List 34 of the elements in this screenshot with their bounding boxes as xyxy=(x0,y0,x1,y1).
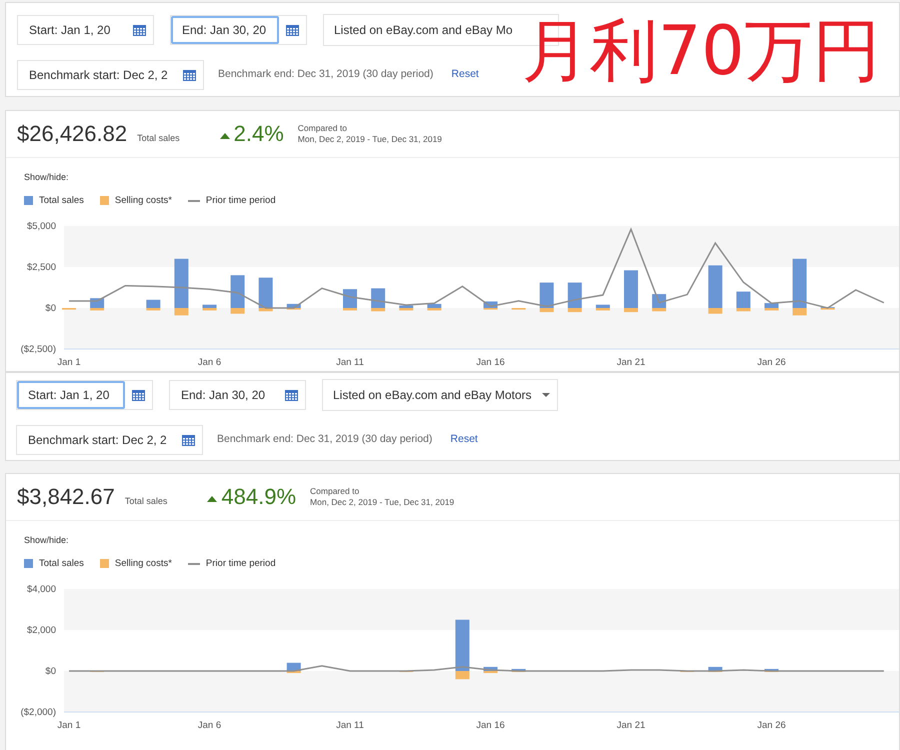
show-hide-label: Show/hide: xyxy=(24,534,70,547)
total-sales-value: $26,426.82 xyxy=(17,123,128,145)
benchmark-end-text: Benchmark end: Dec 31, 2019 (30 day period) xyxy=(217,432,432,448)
axis-label: Jan 6 xyxy=(198,356,222,368)
compared-label: Compared to xyxy=(298,123,348,134)
axis-label: Jan 21 xyxy=(616,720,646,731)
axis-label: ($2,000) xyxy=(20,706,56,718)
total-sales-value: $3,842.67 xyxy=(17,486,115,508)
compared-label: Compared to xyxy=(310,486,360,497)
change-percent: 484.9% xyxy=(221,486,296,508)
axis-label: Jan 6 xyxy=(198,720,222,731)
axis-label: $0 xyxy=(45,666,56,677)
compared-range: Mon, Dec 2, 2019 - Tue, Dec 31, 2019 xyxy=(298,134,442,145)
axis-label: $2,000 xyxy=(26,624,56,636)
total-sales-label: Total sales xyxy=(124,494,168,508)
axis-label: Jan 26 xyxy=(757,356,786,368)
show-hide-label: Show/hide: xyxy=(24,171,70,184)
axis-label: Jan 11 xyxy=(336,356,364,368)
axis-label: $4,000 xyxy=(26,584,56,595)
axis-label: $5,000 xyxy=(26,220,56,232)
axis-label: Jan 16 xyxy=(476,356,505,368)
benchmark-end-text: Benchmark end: Dec 31, 2019 (30 day period) xyxy=(218,67,434,82)
axis-label: Jan 1 xyxy=(57,356,81,368)
axis-label: $0 xyxy=(45,302,56,314)
axis-label: Jan 16 xyxy=(476,720,505,731)
axis-label: Jan 1 xyxy=(57,720,81,731)
axis-label: ($2,500) xyxy=(20,344,56,355)
change-percent: 2.4% xyxy=(234,123,284,145)
total-sales-label: Total sales xyxy=(137,132,180,144)
axis-label: Jan 21 xyxy=(616,356,646,368)
axis-label: Jan 11 xyxy=(336,720,364,731)
axis-label: Jan 26 xyxy=(757,720,786,731)
axis-label: $2,500 xyxy=(26,262,56,273)
compared-range: Mon, Dec 2, 2019 - Tue, Dec 31, 2019 xyxy=(310,497,454,508)
